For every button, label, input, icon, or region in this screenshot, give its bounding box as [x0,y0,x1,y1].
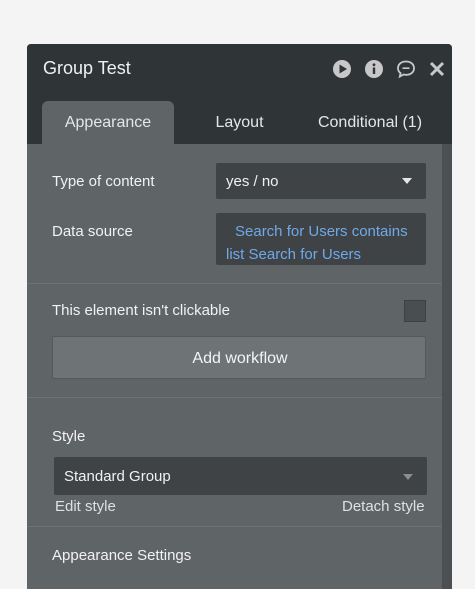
panel-title: Group Test [43,58,131,78]
data-source-label: Data source [52,223,133,240]
detach-style-link[interactable]: Detach style [342,498,425,515]
section-divider [27,526,442,527]
panel-header: Group Test [27,44,452,94]
tab-appearance[interactable]: Appearance [42,101,174,145]
tab-conditional[interactable]: Conditional (1) [309,101,431,145]
info-icon[interactable] [364,59,384,79]
scrollbar[interactable] [442,144,452,589]
style-label: Style [52,428,86,445]
type-of-content-value: yes / no [226,173,279,190]
section-divider [27,397,442,398]
type-of-content-label: Type of content [52,173,155,190]
comment-icon[interactable] [396,59,416,79]
data-source-field[interactable]: Search for Users contains list Search fo… [216,213,426,265]
edit-style-link[interactable]: Edit style [55,498,116,515]
style-dropdown[interactable]: Standard Group [54,457,427,495]
close-icon[interactable] [427,59,447,79]
type-of-content-dropdown[interactable]: yes / no [216,163,426,199]
add-workflow-label: Add workflow [192,350,288,367]
add-workflow-button[interactable]: Add workflow [52,336,426,379]
style-value: Standard Group [64,468,171,485]
not-clickable-checkbox[interactable] [404,300,426,322]
section-divider [27,283,442,284]
play-icon[interactable] [332,59,352,79]
tab-layout[interactable]: Layout [197,101,282,145]
chevron-down-icon [402,178,412,184]
chevron-down-icon [403,474,413,480]
data-source-expression-line1[interactable]: Search for Users contains [235,223,408,240]
property-editor-panel: Group Test Appearance Layout Conditional… [27,44,452,589]
not-clickable-label: This element isn't clickable [52,302,230,319]
data-source-expression-line2[interactable]: list Search for Users [226,246,361,263]
appearance-settings-heading[interactable]: Appearance Settings [52,547,191,564]
